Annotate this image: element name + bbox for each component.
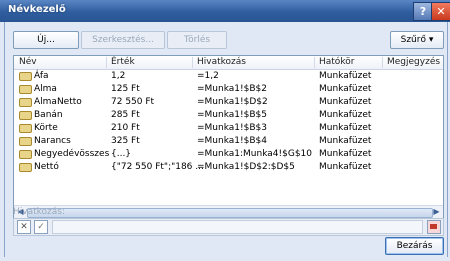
table-row[interactable]: Banán 285 Ft =Munka1!$B$5 Munkafüzet bbox=[14, 109, 443, 121]
dialog-body: Új... Szerkesztés... Törlés Szűrő ▾ Név … bbox=[4, 22, 448, 257]
reference-bar: ✕ ✓ bbox=[13, 218, 444, 236]
table-row[interactable]: Alma 125 Ft =Munka1!$B$2 Munkafüzet bbox=[14, 83, 443, 95]
row-value: 125 Ft bbox=[111, 84, 140, 94]
window-title: Névkezelő bbox=[8, 4, 66, 15]
column-reference[interactable]: Hivatkozás bbox=[197, 57, 246, 67]
new-button[interactable]: Új... bbox=[13, 31, 79, 49]
column-value[interactable]: Érték bbox=[111, 57, 135, 67]
confirm-edit-icon[interactable]: ✓ bbox=[34, 220, 48, 234]
close-button[interactable]: Bezárás bbox=[385, 237, 444, 255]
edit-button[interactable]: Szerkesztés... bbox=[81, 31, 165, 49]
row-reference: =1,2 bbox=[197, 71, 219, 81]
row-name: Negyedévösszes bbox=[34, 149, 110, 159]
row-value: {"72 550 Ft";"186 ... bbox=[111, 162, 204, 172]
name-icon bbox=[19, 163, 32, 172]
horizontal-scrollbar[interactable]: ◀ ▶ bbox=[14, 205, 443, 218]
row-reference: =Munka1!$B$3 bbox=[197, 123, 267, 133]
table-row[interactable]: Negyedévösszes {...} =Munka1:Munka4!$G$1… bbox=[14, 148, 443, 160]
row-value: 285 Ft bbox=[111, 110, 140, 120]
table-row[interactable]: Narancs 325 Ft =Munka1!$B$4 Munkafüzet bbox=[14, 135, 443, 147]
name-icon bbox=[19, 111, 32, 120]
table-row[interactable]: Áfa 1,2 =1,2 Munkafüzet bbox=[14, 70, 443, 82]
row-scope: Munkafüzet bbox=[319, 136, 372, 146]
range-picker-icon[interactable] bbox=[427, 220, 441, 234]
table-row[interactable]: Nettó {"72 550 Ft";"186 ... =Munka1!$D$2… bbox=[14, 161, 443, 173]
row-scope: Munkafüzet bbox=[319, 84, 372, 94]
cancel-edit-icon[interactable]: ✕ bbox=[17, 220, 31, 234]
column-scope[interactable]: Hatókör bbox=[319, 57, 354, 67]
row-name: Áfa bbox=[34, 71, 49, 81]
filter-button[interactable]: Szűrő ▾ bbox=[390, 31, 444, 49]
row-scope: Munkafüzet bbox=[319, 149, 372, 159]
row-scope: Munkafüzet bbox=[319, 110, 372, 120]
row-name: Körte bbox=[34, 123, 58, 133]
name-icon bbox=[19, 124, 32, 133]
names-list[interactable]: Név Érték Hivatkozás Hatókör Megjegyzés … bbox=[13, 55, 444, 219]
row-scope: Munkafüzet bbox=[319, 123, 372, 133]
row-name: Banán bbox=[34, 110, 63, 120]
table-row[interactable]: Körte 210 Ft =Munka1!$B$3 Munkafüzet bbox=[14, 122, 443, 134]
row-reference: =Munka1!$B$5 bbox=[197, 110, 267, 120]
row-name: Nettó bbox=[34, 162, 59, 172]
row-reference: =Munka1!$D$2:$D$5 bbox=[197, 162, 295, 172]
name-icon bbox=[19, 137, 32, 146]
row-name: Narancs bbox=[34, 136, 71, 146]
scroll-thumb[interactable] bbox=[27, 208, 433, 218]
table-row[interactable]: AlmaNetto 72 550 Ft =Munka1!$D$2 Munkafü… bbox=[14, 96, 443, 108]
close-window-button[interactable]: ✕ bbox=[431, 2, 450, 21]
reference-input[interactable] bbox=[52, 220, 423, 234]
name-icon bbox=[19, 98, 32, 107]
title-bar: Névkezelő ? ✕ bbox=[0, 0, 450, 22]
row-value: 325 Ft bbox=[111, 136, 140, 146]
row-reference: =Munka1:Munka4!$G$10 bbox=[197, 149, 312, 159]
row-value: 1,2 bbox=[111, 71, 126, 81]
list-header: Név Érték Hivatkozás Hatókör Megjegyzés bbox=[14, 56, 443, 70]
scroll-right-icon[interactable]: ▶ bbox=[431, 207, 442, 217]
row-reference: =Munka1!$B$4 bbox=[197, 136, 267, 146]
reference-label: Hivatkozás: bbox=[13, 207, 65, 217]
row-value: 210 Ft bbox=[111, 123, 140, 133]
row-scope: Munkafüzet bbox=[319, 71, 372, 81]
row-value: 72 550 Ft bbox=[111, 97, 155, 107]
name-icon bbox=[19, 85, 32, 94]
row-value: {...} bbox=[111, 149, 132, 159]
row-reference: =Munka1!$D$2 bbox=[197, 97, 268, 107]
row-scope: Munkafüzet bbox=[319, 97, 372, 107]
row-name: AlmaNetto bbox=[34, 97, 82, 107]
column-comment[interactable]: Megjegyzés bbox=[387, 57, 440, 67]
name-icon bbox=[19, 72, 32, 81]
row-reference: =Munka1!$B$2 bbox=[197, 84, 267, 94]
row-name: Alma bbox=[34, 84, 57, 94]
column-name[interactable]: Név bbox=[19, 57, 37, 67]
help-button[interactable]: ? bbox=[413, 2, 433, 21]
row-scope: Munkafüzet bbox=[319, 162, 372, 172]
name-icon bbox=[19, 150, 32, 159]
delete-button[interactable]: Törlés bbox=[167, 31, 227, 49]
